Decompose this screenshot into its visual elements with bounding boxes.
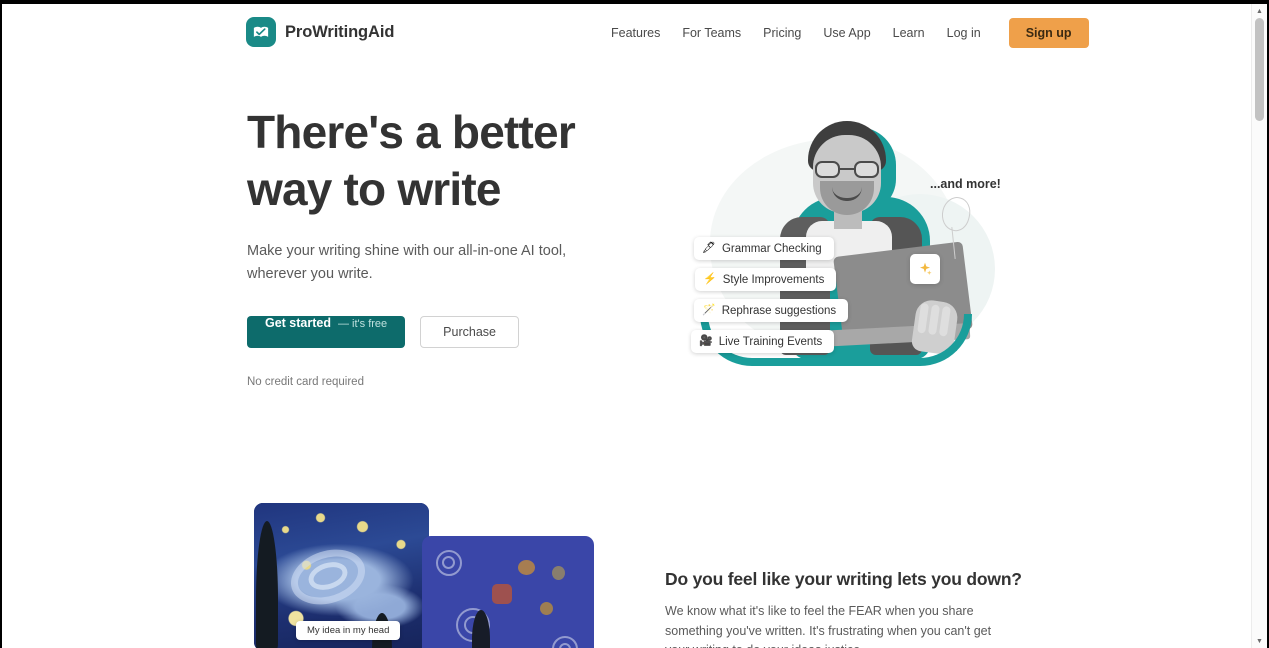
get-started-free-note: — it's free — [338, 318, 388, 330]
get-started-label: Get started — [265, 316, 331, 330]
scrollbar-thumb[interactable] — [1255, 18, 1264, 121]
no-credit-card-note: No credit card required — [247, 376, 364, 388]
brand-logo-link[interactable]: ProWritingAid — [246, 17, 394, 47]
vertical-scrollbar[interactable]: ▲ ▼ — [1251, 4, 1267, 648]
feature-chip-live-training-events: 🎥 Live Training Events — [691, 330, 835, 353]
main-navigation: Features For Teams Pricing Use App Learn… — [600, 4, 1089, 61]
scroll-down-arrow-icon[interactable]: ▼ — [1252, 634, 1267, 648]
glasses-icon — [815, 161, 879, 178]
get-started-button[interactable]: Get started — it's free — [247, 316, 406, 348]
flat-blob — [492, 584, 512, 604]
quill-pen-icon: 🖋 — [702, 242, 716, 254]
section-2-title: Do you feel like your writing lets you d… — [665, 569, 1022, 589]
glasses-bridge — [840, 168, 854, 171]
nav-item-for-teams[interactable]: For Teams — [671, 26, 752, 40]
section-2-copy: Do you feel like your writing lets you d… — [665, 569, 1022, 648]
glasses-lens-right — [854, 161, 879, 178]
hero-cta-group: Get started — it's free Purchase — [247, 316, 607, 348]
hero-illustration: 🖋 Grammar Checking ⚡ Style Improvements … — [670, 109, 1010, 384]
starry-night-flat-image — [422, 536, 594, 648]
feature-chip-label: Rephrase suggestions — [721, 304, 837, 317]
sparkle-icon — [910, 254, 940, 284]
hero-subtitle: Make your writing shine with our all-in-… — [247, 243, 567, 282]
flat-blob — [552, 566, 565, 580]
glasses-lens-left — [815, 161, 840, 178]
nav-item-pricing[interactable]: Pricing — [752, 26, 812, 40]
magic-wand-icon: 🪄 — [702, 304, 716, 316]
nav-item-features[interactable]: Features — [600, 26, 671, 40]
flat-blob — [518, 560, 535, 575]
book-check-icon — [246, 17, 276, 47]
feature-chip-grammar-checking: 🖋 Grammar Checking — [694, 237, 834, 260]
nav-item-use-app[interactable]: Use App — [812, 26, 881, 40]
feature-chip-label: Grammar Checking — [721, 242, 822, 255]
site-header: ProWritingAid Features For Teams Pricing… — [2, 4, 1251, 61]
video-camera-icon: 🎥 — [699, 335, 713, 347]
brand-name: ProWritingAid — [285, 22, 395, 41]
feature-chip-rephrase-suggestions: 🪄 Rephrase suggestions — [694, 299, 849, 322]
lightning-bolt-icon: ⚡ — [703, 273, 717, 285]
hero-title-line-2: way to write — [247, 163, 501, 215]
nav-item-log-in[interactable]: Log in — [936, 26, 992, 40]
sign-up-button[interactable]: Sign up — [1008, 17, 1089, 48]
feature-chip-label: Live Training Events — [718, 335, 823, 348]
hero-title-line-1: There's a better — [247, 106, 576, 158]
flat-blob — [540, 602, 553, 615]
hero-copy: There's a better way to write Make your … — [247, 104, 607, 388]
nav-item-learn[interactable]: Learn — [882, 26, 936, 40]
feature-chip-style-improvements: ⚡ Style Improvements — [695, 268, 837, 291]
section-2-body: We know what it's like to feel the FEAR … — [665, 604, 992, 648]
and-more-label: ...and more! — [930, 177, 1001, 191]
flat-spiral — [442, 556, 455, 569]
flat-spiral — [559, 643, 571, 648]
scroll-up-arrow-icon[interactable]: ▲ — [1252, 4, 1267, 18]
image-caption: My idea in my head — [296, 621, 401, 640]
page-content: ProWritingAid Features For Teams Pricing… — [2, 4, 1251, 648]
feature-chip-label: Style Improvements — [722, 273, 825, 286]
purchase-button[interactable]: Purchase — [420, 316, 519, 348]
browser-viewport: ProWritingAid Features For Teams Pricing… — [2, 4, 1267, 648]
page-title: There's a better way to write — [247, 104, 607, 218]
